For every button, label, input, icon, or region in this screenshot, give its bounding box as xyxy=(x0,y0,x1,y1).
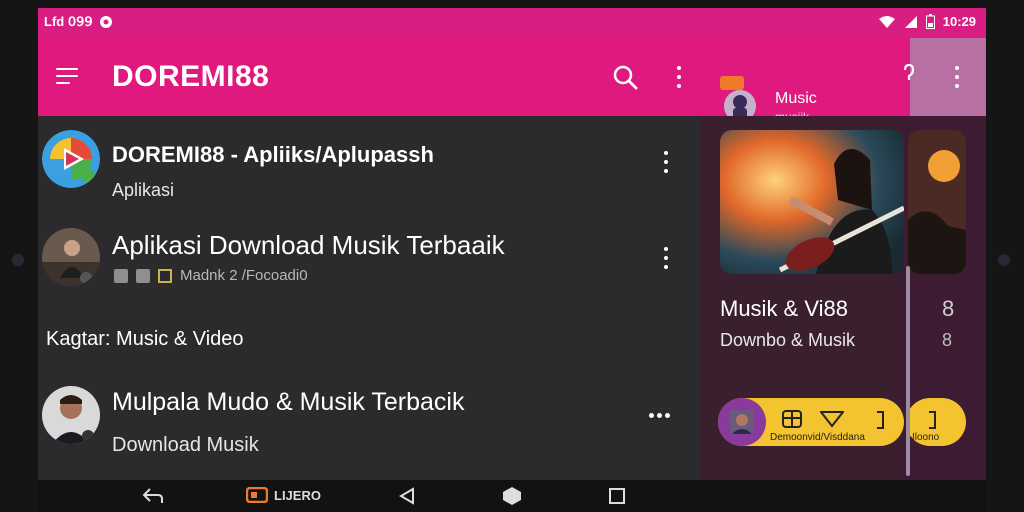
card-subtitle: Downbo & Musik xyxy=(720,330,856,350)
more-vert-icon[interactable] xyxy=(676,66,682,88)
nav-bar: LIJERO xyxy=(38,480,986,512)
front-camera xyxy=(12,254,24,266)
scrollbar[interactable] xyxy=(906,266,910,476)
item-meta: Madnk 2 /Focoadi0 xyxy=(114,267,308,284)
back-icon[interactable] xyxy=(398,487,416,505)
recents-icon[interactable] xyxy=(608,487,626,505)
more-vert-icon-secondary[interactable] xyxy=(954,66,960,88)
status-bar: Lfd 𝟢𝟫𝟫 10:29 xyxy=(38,8,986,38)
card-title-peek: 8 xyxy=(942,296,955,321)
badge-icon xyxy=(114,268,128,283)
app-title: DOREMI88 xyxy=(112,60,270,93)
avatar xyxy=(42,228,100,286)
app-chip-icon xyxy=(246,487,268,503)
grid-icon[interactable] xyxy=(782,410,802,428)
featured-card-image[interactable] xyxy=(720,130,904,274)
music-label[interactable]: Music xyxy=(775,90,817,108)
play-store-icon xyxy=(42,130,100,188)
badge-icon xyxy=(136,268,150,283)
home-icon[interactable] xyxy=(502,486,522,506)
device-frame: Lfd 𝟢𝟫𝟫 10:29 DOREMI88 Music DOREMI88 - … xyxy=(0,0,1024,512)
item-title: Aplikasi Download Musik Terbaaik xyxy=(112,230,505,260)
menu-icon[interactable] xyxy=(56,68,78,84)
item-subtitle: Download Musik xyxy=(112,434,259,456)
app-list: DOREMI88 - Apliiks/Aplupassh Aplikasi Ap… xyxy=(38,116,700,480)
musician-thumbnail xyxy=(42,228,100,286)
right-header xyxy=(903,38,986,116)
status-left-text: Lfd 𝟢𝟫𝟫 xyxy=(44,14,93,29)
guitarist-image xyxy=(720,130,904,274)
more-vert-icon[interactable] xyxy=(663,151,669,173)
item-title: Mulpala Mudo & Musik Terbacik xyxy=(112,388,465,416)
side-panel: Musik & Vi88 Downbo & Musik 8 8 Demoonvi… xyxy=(700,116,986,480)
card-title: Musik & Vi88 xyxy=(720,296,848,321)
featured-card-image-peek[interactable] xyxy=(908,130,966,274)
search-icon[interactable] xyxy=(612,64,638,90)
wifi-icon xyxy=(878,15,895,28)
bracket-icon xyxy=(929,411,936,429)
app-bar: DOREMI88 Music musiik xyxy=(38,38,910,124)
bracket-icon[interactable] xyxy=(874,410,886,430)
status-time: 10:29 xyxy=(942,14,976,29)
item-subtitle: Madnk 2 /Focoadi0 xyxy=(180,267,308,284)
card-subtitle-peek: 8 xyxy=(942,330,953,350)
sensor xyxy=(998,254,1010,266)
item-subtitle: Aplikasi xyxy=(112,180,175,200)
screen: Lfd 𝟢𝟫𝟫 10:29 DOREMI88 Music DOREMI88 - … xyxy=(38,8,986,512)
info-icon[interactable] xyxy=(902,64,916,84)
recent-app-chip[interactable]: LIJERO xyxy=(246,487,321,503)
concert-image xyxy=(908,130,966,274)
badge-icon xyxy=(158,268,172,283)
avatar xyxy=(42,386,100,444)
pill-label-peek: Iloono xyxy=(912,432,940,443)
download-pill[interactable]: Demoonvid/Visddana xyxy=(718,398,904,446)
pill-label: Demoonvid/Visddana xyxy=(770,432,865,443)
more-horiz-icon[interactable] xyxy=(649,413,670,418)
back-arrow-icon[interactable] xyxy=(142,487,164,505)
more-vert-icon[interactable] xyxy=(663,247,669,269)
avatar xyxy=(42,130,100,188)
item-title: DOREMI88 - Apliiks/Aplupassh xyxy=(112,142,434,167)
category-label: Kagtar: Music & Video xyxy=(46,328,244,350)
person-thumbnail xyxy=(42,386,100,444)
battery-icon xyxy=(925,14,935,29)
download-pill-peek[interactable]: Iloono xyxy=(906,398,966,446)
pill-avatar xyxy=(718,398,766,446)
music-app-icon[interactable] xyxy=(720,70,760,122)
send-icon[interactable] xyxy=(820,410,844,428)
notification-icon xyxy=(99,16,112,28)
signal-icon xyxy=(904,15,917,28)
app-chip-label: LIJERO xyxy=(274,487,321,503)
